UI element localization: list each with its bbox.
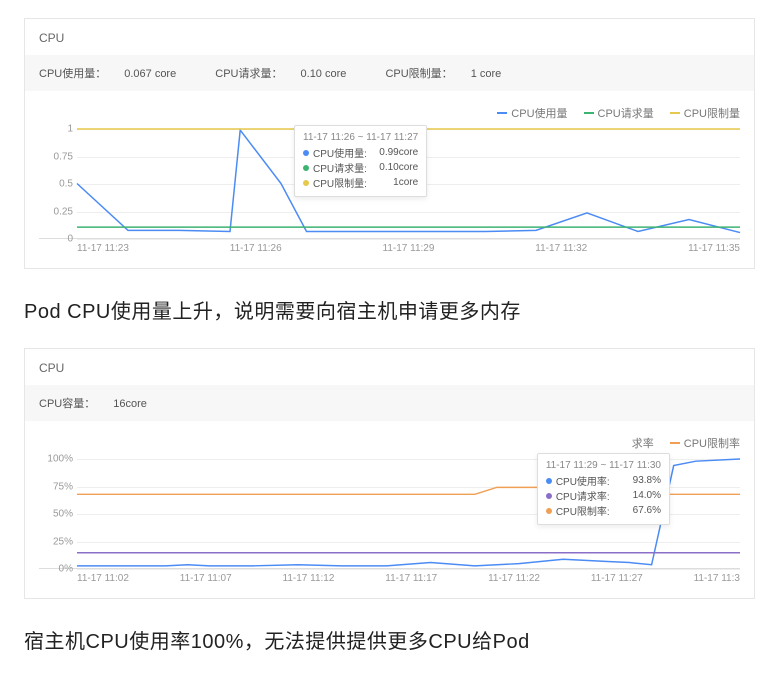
x-tick-label: 11-17 11:12 [283, 573, 335, 584]
caption-1: Pod CPU使用量上升，说明需要向宿主机申请更多内存 [24, 295, 755, 324]
panel-subheader: CPU容量：16core [25, 385, 754, 421]
legend-item[interactable]: 求率 [632, 435, 654, 451]
x-tick-label: 11-17 11:27 [591, 573, 643, 584]
y-tick-label: 25% [39, 536, 73, 547]
x-tick-label: 11-17 11:3 [694, 573, 740, 584]
legend-item[interactable]: CPU限制率 [670, 435, 740, 451]
chart-tooltip: 11-17 11:26 ~ 11-17 11:27 CPU使用量:0.99cor… [294, 125, 427, 197]
caption-2: 宿主机CPU使用率100%，无法提供提供更多CPU给Pod [24, 625, 755, 654]
y-tick-label: 0 [39, 234, 73, 245]
cpu-panel-2: CPU CPU容量：16core 求率 CPU限制率 0% 25% 50% 75% 10… [24, 348, 755, 599]
x-axis-labels: 11-17 11:23 11-17 11:26 11-17 11:29 11-17 1… [77, 243, 740, 254]
y-tick-label: 0.25 [39, 206, 73, 217]
y-tick-label: 0.5 [39, 179, 73, 190]
panel-subheader: CPU使用量：0.067 core CPU请求量：0.10 core CPU限制… [25, 55, 754, 91]
x-tick-label: 11-17 11:23 [77, 243, 129, 254]
x-tick-label: 11-17 11:26 [230, 243, 282, 254]
legend-item[interactable]: CPU使用量 [497, 105, 567, 121]
y-tick-label: 75% [39, 481, 73, 492]
y-tick-label: 100% [39, 454, 73, 465]
y-tick-label: 0.75 [39, 151, 73, 162]
x-tick-label: 11-17 11:17 [385, 573, 437, 584]
x-tick-label: 11-17 11:02 [77, 573, 129, 584]
legend-item[interactable]: CPU限制量 [670, 105, 740, 121]
y-tick-label: 1 [39, 124, 73, 135]
y-tick-label: 50% [39, 509, 73, 520]
chart-tooltip: 11-17 11:29 ~ 11-17 11:30 CPU使用率:93.8% C… [537, 453, 670, 525]
cpu-panel-1: CPU CPU使用量：0.067 core CPU请求量：0.10 core C… [24, 18, 755, 269]
chart-area-2: 求率 CPU限制率 0% 25% 50% 75% 100% 11-17 11:29 ~ … [25, 421, 754, 598]
x-tick-label: 11-17 11:29 [383, 243, 435, 254]
x-tick-label: 11-17 11:35 [688, 243, 740, 254]
x-tick-label: 11-17 11:22 [488, 573, 540, 584]
panel-title: CPU [25, 19, 754, 55]
y-tick-label: 0% [39, 564, 73, 575]
chart-area-1: CPU使用量 CPU请求量 CPU限制量 0 0.25 0.5 0.75 1 11-17… [25, 91, 754, 268]
x-tick-label: 11-17 11:07 [180, 573, 232, 584]
panel-title: CPU [25, 349, 754, 385]
line-chart[interactable]: 00.250.50.751 11-17 11:26 ~ 11-17 11:27 … [39, 129, 740, 239]
legend-item[interactable]: CPU请求量 [584, 105, 654, 121]
line-chart[interactable]: 0%25%50%75%100% 11-17 11:29 ~ 11-17 11:3… [39, 459, 740, 569]
x-tick-label: 11-17 11:32 [535, 243, 587, 254]
x-axis-labels: 11-17 11:02 11-17 11:07 11-17 11:12 11-17 1… [77, 573, 740, 584]
